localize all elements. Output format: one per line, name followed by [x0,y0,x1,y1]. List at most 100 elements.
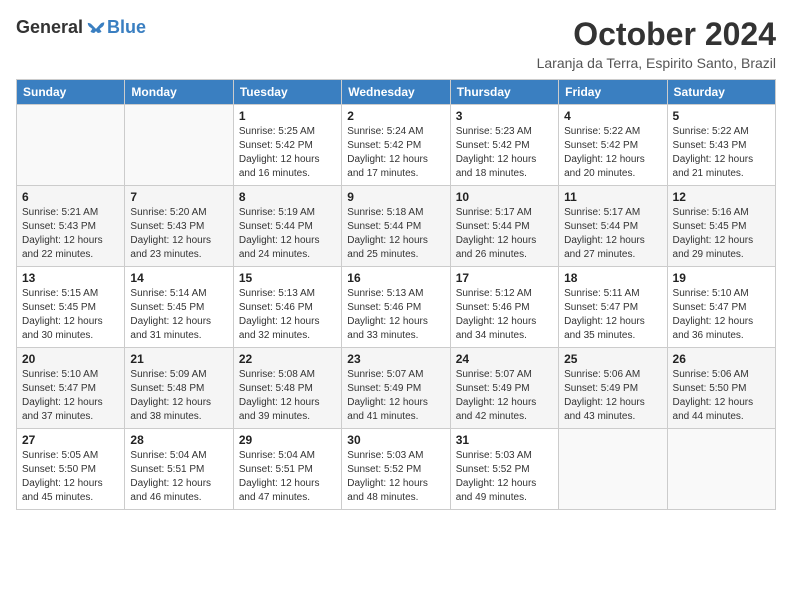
day-number: 28 [130,433,227,447]
day-info: Sunrise: 5:06 AMSunset: 5:49 PMDaylight:… [564,368,661,424]
day-number: 5 [673,109,770,123]
calendar-cell: 28 Sunrise: 5:04 AMSunset: 5:51 PMDayligh… [125,429,233,510]
calendar-cell: 9 Sunrise: 5:18 AMSunset: 5:44 PMDaylight… [342,186,450,267]
calendar-cell: 3 Sunrise: 5:23 AMSunset: 5:42 PMDaylight… [450,105,558,186]
day-number: 11 [564,190,661,204]
day-info: Sunrise: 5:07 AMSunset: 5:49 PMDaylight:… [347,368,444,424]
day-number: 10 [456,190,553,204]
day-info: Sunrise: 5:17 AMSunset: 5:44 PMDaylight:… [456,206,553,262]
day-number: 26 [673,352,770,366]
day-info: Sunrise: 5:03 AMSunset: 5:52 PMDaylight:… [456,449,553,505]
logo-general: General [16,17,83,38]
day-info: Sunrise: 5:12 AMSunset: 5:46 PMDaylight:… [456,287,553,343]
day-number: 19 [673,271,770,285]
day-number: 22 [239,352,336,366]
day-number: 6 [22,190,119,204]
day-number: 27 [22,433,119,447]
calendar-cell: 22 Sunrise: 5:08 AMSunset: 5:48 PMDayligh… [233,348,341,429]
day-number: 31 [456,433,553,447]
calendar-cell [559,429,667,510]
day-info: Sunrise: 5:07 AMSunset: 5:49 PMDaylight:… [456,368,553,424]
day-number: 30 [347,433,444,447]
calendar-cell: 18 Sunrise: 5:11 AMSunset: 5:47 PMDayligh… [559,267,667,348]
day-info: Sunrise: 5:24 AMSunset: 5:42 PMDaylight:… [347,125,444,181]
day-number: 7 [130,190,227,204]
day-info: Sunrise: 5:03 AMSunset: 5:52 PMDaylight:… [347,449,444,505]
day-info: Sunrise: 5:11 AMSunset: 5:47 PMDaylight:… [564,287,661,343]
day-info: Sunrise: 5:25 AMSunset: 5:42 PMDaylight:… [239,125,336,181]
day-info: Sunrise: 5:19 AMSunset: 5:44 PMDaylight:… [239,206,336,262]
day-info: Sunrise: 5:16 AMSunset: 5:45 PMDaylight:… [673,206,770,262]
calendar-cell: 5 Sunrise: 5:22 AMSunset: 5:43 PMDaylight… [667,105,775,186]
day-number: 2 [347,109,444,123]
calendar-cell [125,105,233,186]
calendar-cell: 14 Sunrise: 5:14 AMSunset: 5:45 PMDayligh… [125,267,233,348]
day-info: Sunrise: 5:08 AMSunset: 5:48 PMDaylight:… [239,368,336,424]
day-info: Sunrise: 5:18 AMSunset: 5:44 PMDaylight:… [347,206,444,262]
weekday-header-saturday: Saturday [667,80,775,105]
day-number: 20 [22,352,119,366]
calendar-cell: 24 Sunrise: 5:07 AMSunset: 5:49 PMDayligh… [450,348,558,429]
day-number: 24 [456,352,553,366]
calendar-cell: 8 Sunrise: 5:19 AMSunset: 5:44 PMDaylight… [233,186,341,267]
calendar-cell: 12 Sunrise: 5:16 AMSunset: 5:45 PMDayligh… [667,186,775,267]
day-info: Sunrise: 5:13 AMSunset: 5:46 PMDaylight:… [239,287,336,343]
day-number: 23 [347,352,444,366]
day-number: 12 [673,190,770,204]
day-info: Sunrise: 5:23 AMSunset: 5:42 PMDaylight:… [456,125,553,181]
weekday-header-sunday: Sunday [17,80,125,105]
title-area: October 2024 Laranja da Terra, Espirito … [537,16,776,71]
weekday-header-wednesday: Wednesday [342,80,450,105]
day-number: 29 [239,433,336,447]
calendar-table: SundayMondayTuesdayWednesdayThursdayFrid… [16,79,776,510]
weekday-header-thursday: Thursday [450,80,558,105]
calendar-cell: 29 Sunrise: 5:04 AMSunset: 5:51 PMDayligh… [233,429,341,510]
day-info: Sunrise: 5:15 AMSunset: 5:45 PMDaylight:… [22,287,119,343]
calendar-cell: 27 Sunrise: 5:05 AMSunset: 5:50 PMDayligh… [17,429,125,510]
calendar-cell: 2 Sunrise: 5:24 AMSunset: 5:42 PMDaylight… [342,105,450,186]
calendar-cell: 11 Sunrise: 5:17 AMSunset: 5:44 PMDayligh… [559,186,667,267]
calendar-cell [17,105,125,186]
calendar-cell [667,429,775,510]
weekday-header-monday: Monday [125,80,233,105]
day-number: 21 [130,352,227,366]
day-number: 25 [564,352,661,366]
day-info: Sunrise: 5:21 AMSunset: 5:43 PMDaylight:… [22,206,119,262]
weekday-header-tuesday: Tuesday [233,80,341,105]
weekday-header-friday: Friday [559,80,667,105]
calendar-header-row: SundayMondayTuesdayWednesdayThursdayFrid… [17,80,776,105]
month-title: October 2024 [537,16,776,53]
day-number: 8 [239,190,336,204]
day-info: Sunrise: 5:10 AMSunset: 5:47 PMDaylight:… [673,287,770,343]
calendar-week-1: 1Sunrise: 5:25 AMSunset: 5:42 PMDaylight… [17,105,776,186]
calendar-cell: 1Sunrise: 5:25 AMSunset: 5:42 PMDaylight… [233,105,341,186]
logo-blue: Blue [107,17,146,38]
calendar-week-3: 13Sunrise: 5:15 AMSunset: 5:45 PMDayligh… [17,267,776,348]
location: Laranja da Terra, Espirito Santo, Brazil [537,55,776,71]
day-info: Sunrise: 5:17 AMSunset: 5:44 PMDaylight:… [564,206,661,262]
calendar-cell: 13Sunrise: 5:15 AMSunset: 5:45 PMDayligh… [17,267,125,348]
calendar-week-5: 27 Sunrise: 5:05 AMSunset: 5:50 PMDayligh… [17,429,776,510]
calendar-cell: 10 Sunrise: 5:17 AMSunset: 5:44 PMDayligh… [450,186,558,267]
day-info: Sunrise: 5:22 AMSunset: 5:43 PMDaylight:… [673,125,770,181]
calendar-cell: 30 Sunrise: 5:03 AMSunset: 5:52 PMDayligh… [342,429,450,510]
day-info: Sunrise: 5:20 AMSunset: 5:43 PMDaylight:… [130,206,227,262]
calendar-week-2: 6 Sunrise: 5:21 AMSunset: 5:43 PMDaylight… [17,186,776,267]
day-info: Sunrise: 5:22 AMSunset: 5:42 PMDaylight:… [564,125,661,181]
day-info: Sunrise: 5:04 AMSunset: 5:51 PMDaylight:… [130,449,227,505]
day-number: 15 [239,271,336,285]
day-number: 3 [456,109,553,123]
day-info: Sunrise: 5:14 AMSunset: 5:45 PMDaylight:… [130,287,227,343]
logo: General Blue [16,16,146,38]
day-info: Sunrise: 5:04 AMSunset: 5:51 PMDaylight:… [239,449,336,505]
calendar-cell: 6 Sunrise: 5:21 AMSunset: 5:43 PMDaylight… [17,186,125,267]
day-info: Sunrise: 5:05 AMSunset: 5:50 PMDaylight:… [22,449,119,505]
day-info: Sunrise: 5:13 AMSunset: 5:46 PMDaylight:… [347,287,444,343]
calendar-cell: 19 Sunrise: 5:10 AMSunset: 5:47 PMDayligh… [667,267,775,348]
day-number: 14 [130,271,227,285]
calendar-cell: 26Sunrise: 5:06 AMSunset: 5:50 PMDayligh… [667,348,775,429]
day-number: 18 [564,271,661,285]
day-number: 9 [347,190,444,204]
calendar-cell: 21Sunrise: 5:09 AMSunset: 5:48 PMDayligh… [125,348,233,429]
day-number: 4 [564,109,661,123]
